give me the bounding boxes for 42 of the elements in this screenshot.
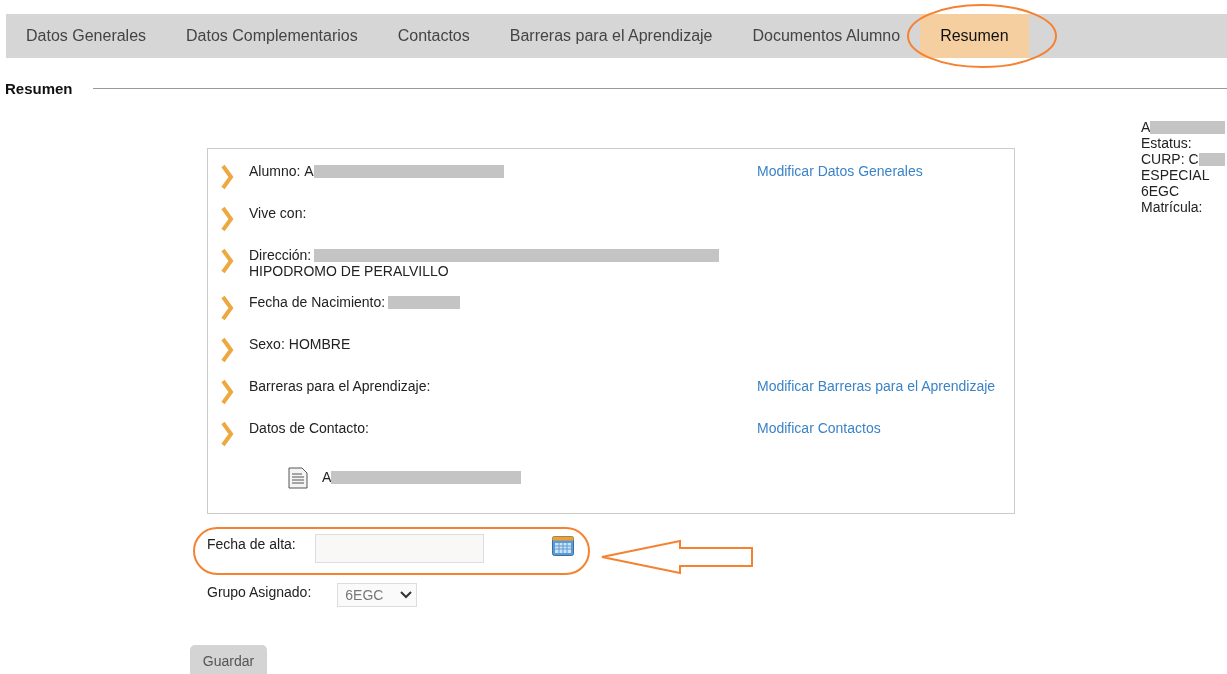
tab[interactable]: Contactos bbox=[377, 14, 490, 58]
tab[interactable]: Barreras para el Aprendizaje bbox=[489, 14, 733, 58]
tab[interactable]: Datos Complementarios bbox=[166, 14, 378, 58]
field-label: Grupo Asignado: bbox=[207, 584, 312, 600]
detail-value: A bbox=[304, 163, 314, 179]
redaction-bar bbox=[1198, 152, 1225, 166]
info-text: ESPECIAL bbox=[1141, 167, 1210, 183]
group-select[interactable]: 6EGC bbox=[337, 583, 418, 607]
chevron-icon bbox=[220, 337, 234, 363]
calendar-icon[interactable] bbox=[551, 536, 574, 556]
info-text: A bbox=[1141, 119, 1151, 135]
contact-name: A bbox=[322, 469, 332, 485]
detail-label: Vive con: bbox=[249, 205, 307, 221]
info-text: Estatus: bbox=[1141, 135, 1192, 151]
detail-value: HOMBRE bbox=[288, 336, 351, 352]
detail-label: Datos de Contacto: bbox=[249, 420, 369, 436]
date-field[interactable] bbox=[314, 534, 484, 563]
chevron-icon bbox=[220, 206, 234, 232]
info-text: 6EGC bbox=[1141, 183, 1180, 199]
tab[interactable]: Resumen bbox=[920, 14, 1029, 58]
chevron-icon bbox=[220, 164, 234, 190]
detail-label: Barreras para el Aprendizaje: bbox=[249, 378, 431, 394]
tab[interactable]: Datos Generales bbox=[6, 14, 167, 58]
chevron-icon bbox=[220, 248, 234, 274]
chevron-icon bbox=[220, 379, 234, 405]
modify-link[interactable]: Modificar Contactos bbox=[757, 419, 1014, 436]
detail-label: Sexo: bbox=[249, 336, 285, 352]
chevron-down-icon bbox=[400, 591, 413, 599]
info-text: CURP: C bbox=[1141, 151, 1199, 167]
document-icon bbox=[288, 467, 308, 489]
detail-label: Dirección: bbox=[249, 247, 312, 263]
detail-label: Fecha de Nacimiento: bbox=[249, 294, 386, 310]
field-label: Fecha de alta: bbox=[207, 536, 296, 552]
tab[interactable]: Documentos Alumno bbox=[732, 14, 921, 58]
info-text: Matrícula: bbox=[1141, 199, 1203, 215]
detail-value: HIPODROMO DE PERALVILLO bbox=[249, 263, 450, 279]
detail-label: Alumno: bbox=[249, 163, 301, 179]
section-title: Resumen bbox=[5, 79, 73, 97]
chevron-icon bbox=[220, 421, 234, 447]
chevron-icon bbox=[220, 295, 234, 321]
modify-link[interactable]: Modificar Datos Generales bbox=[757, 162, 1014, 179]
modify-link[interactable]: Modificar Barreras para el Aprendizaje bbox=[757, 377, 1014, 394]
